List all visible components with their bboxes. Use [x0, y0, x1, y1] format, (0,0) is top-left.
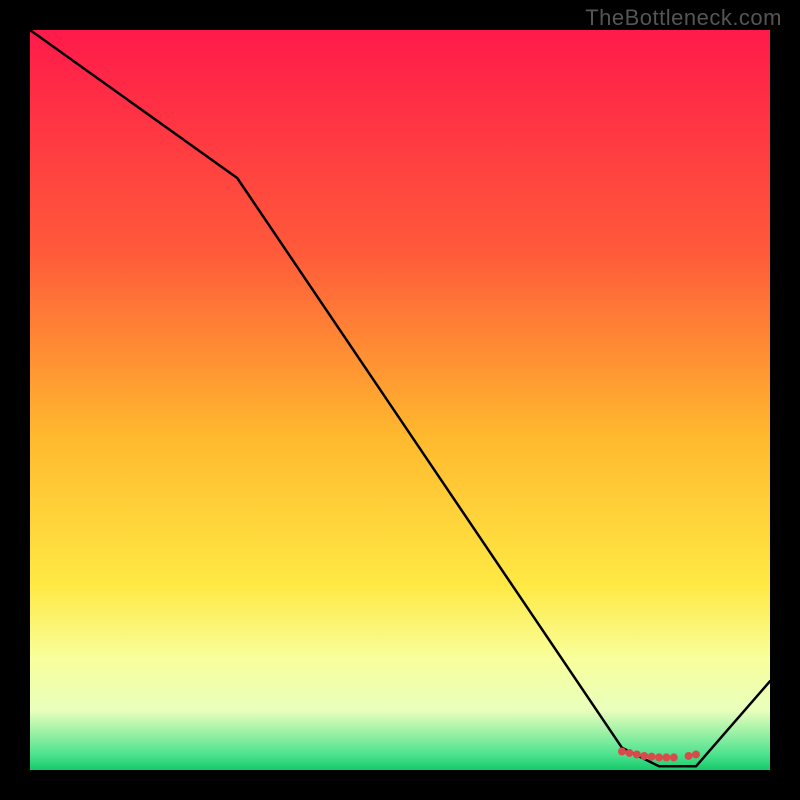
- chart-marker: [670, 753, 678, 761]
- chart-marker: [640, 752, 648, 760]
- chart-marker: [618, 748, 626, 756]
- chart-curve: [30, 30, 770, 766]
- chart-marker: [648, 753, 656, 761]
- chart-marker: [655, 753, 663, 761]
- chart-markers: [618, 748, 700, 762]
- chart-plot-area: [30, 30, 770, 770]
- chart-marker: [662, 753, 670, 761]
- chart-marker: [692, 750, 700, 758]
- chart-line-layer: [30, 30, 770, 770]
- chart-marker: [625, 749, 633, 757]
- watermark-text: TheBottleneck.com: [585, 5, 782, 31]
- chart-marker: [685, 752, 693, 760]
- chart-marker: [633, 750, 641, 758]
